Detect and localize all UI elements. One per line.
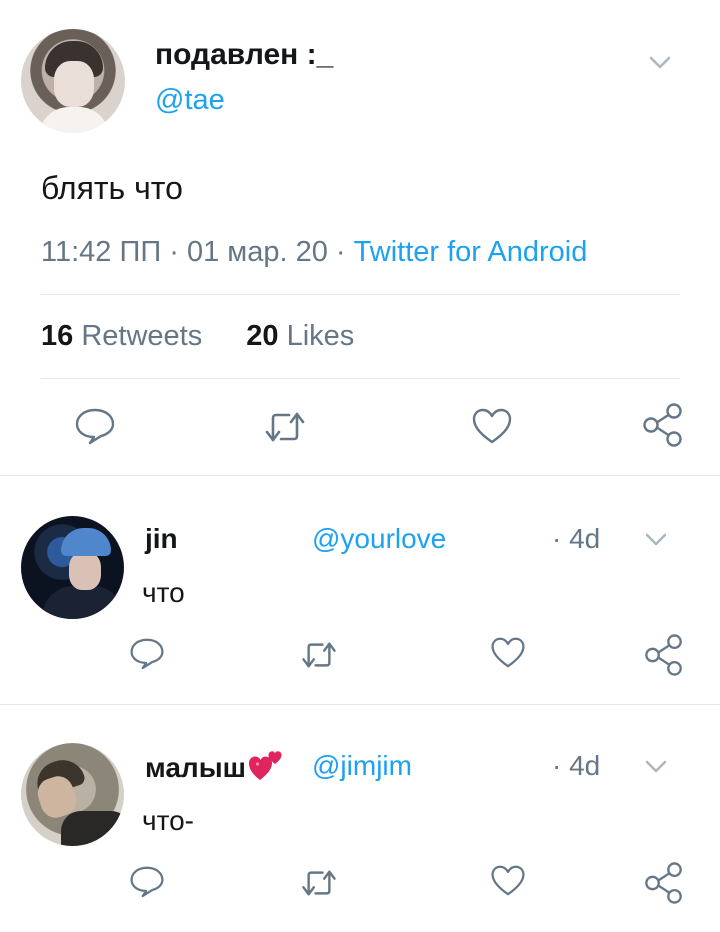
author-name[interactable]: подавлен :_ bbox=[155, 38, 333, 72]
two-hearts-icon bbox=[248, 750, 284, 789]
main-tweet: подавлен :_ @tae блять что 11:42 ПП · 01… bbox=[0, 0, 720, 476]
avatar[interactable] bbox=[21, 516, 124, 619]
avatar-shirt bbox=[39, 107, 109, 133]
retweets-label: Retweets bbox=[81, 320, 203, 352]
retweet-icon bbox=[265, 412, 305, 442]
avatar-body bbox=[61, 811, 124, 846]
reply-time: · 4d bbox=[552, 523, 601, 554]
likes-count: 20 bbox=[246, 320, 279, 352]
meta-separator: · bbox=[169, 236, 179, 268]
avatar-face bbox=[54, 61, 94, 107]
tweet-stats: 16 Retweets 20 Likes bbox=[41, 320, 354, 353]
reply-tweet[interactable]: малыш @jimjim · 4d что- bbox=[0, 705, 720, 932]
heart-icon bbox=[491, 637, 525, 668]
reply-author-handle[interactable]: @yourlove bbox=[312, 523, 446, 555]
reply-author-name: малыш bbox=[145, 751, 246, 783]
reply-author-name-block[interactable]: малыш bbox=[145, 750, 284, 789]
heart-icon bbox=[472, 408, 512, 444]
share-button[interactable] bbox=[643, 861, 685, 905]
retweet-button[interactable] bbox=[300, 868, 338, 898]
reply-author-handle[interactable]: @jimjim bbox=[312, 750, 412, 782]
speech-bubble-icon bbox=[75, 408, 115, 445]
share-icon bbox=[645, 634, 682, 676]
share-icon bbox=[643, 403, 682, 447]
speech-bubble-icon bbox=[130, 638, 164, 670]
avatar[interactable] bbox=[21, 29, 125, 133]
share-button[interactable] bbox=[643, 633, 685, 677]
like-button[interactable] bbox=[471, 407, 513, 445]
speech-bubble-icon bbox=[130, 866, 164, 898]
likes-label: Likes bbox=[286, 320, 355, 352]
reply-text: что bbox=[142, 577, 185, 608]
likes-stat[interactable]: 20 Likes bbox=[246, 320, 354, 352]
reply-button[interactable] bbox=[74, 407, 116, 445]
chevron-down-icon[interactable] bbox=[645, 760, 667, 774]
tweet-detail-screen: подавлен :_ @tae блять что 11:42 ПП · 01… bbox=[0, 0, 720, 932]
divider bbox=[41, 294, 680, 295]
reply-tweet[interactable]: jin @yourlove · 4d что bbox=[0, 476, 720, 704]
tweet-time: 11:42 ПП bbox=[41, 236, 162, 268]
tweet-text: блять что bbox=[41, 170, 183, 206]
tweet-date: 01 мар. 20 bbox=[186, 236, 328, 268]
share-icon bbox=[645, 862, 682, 904]
chevron-down-icon[interactable] bbox=[649, 56, 671, 70]
like-button[interactable] bbox=[490, 636, 526, 669]
chevron-down-icon[interactable] bbox=[645, 533, 667, 547]
avatar-face bbox=[69, 552, 101, 590]
retweet-icon bbox=[302, 642, 336, 668]
heart-icon bbox=[491, 865, 525, 896]
retweet-button[interactable] bbox=[300, 640, 338, 670]
reply-button[interactable] bbox=[129, 637, 165, 670]
retweet-icon bbox=[302, 870, 336, 896]
avatar[interactable] bbox=[21, 743, 124, 846]
share-button[interactable] bbox=[641, 402, 685, 448]
tweet-meta: 11:42 ПП · 01 мар. 20 · Twitter for Andr… bbox=[41, 236, 587, 269]
reply-button[interactable] bbox=[129, 865, 165, 898]
reply-time: · 4d bbox=[552, 750, 601, 781]
avatar-cap bbox=[61, 528, 111, 556]
retweets-count: 16 bbox=[41, 320, 74, 352]
tweet-source-link[interactable]: Twitter for Android bbox=[354, 236, 588, 268]
meta-separator: · bbox=[335, 236, 346, 268]
reply-author-name[interactable]: jin bbox=[145, 523, 178, 555]
like-button[interactable] bbox=[490, 864, 526, 897]
divider bbox=[41, 378, 680, 379]
author-handle[interactable]: @tae bbox=[155, 84, 225, 117]
reply-text: что- bbox=[142, 805, 194, 836]
retweet-button[interactable] bbox=[263, 410, 307, 444]
retweets-stat[interactable]: 16 Retweets bbox=[41, 320, 202, 352]
avatar-body bbox=[43, 586, 123, 619]
